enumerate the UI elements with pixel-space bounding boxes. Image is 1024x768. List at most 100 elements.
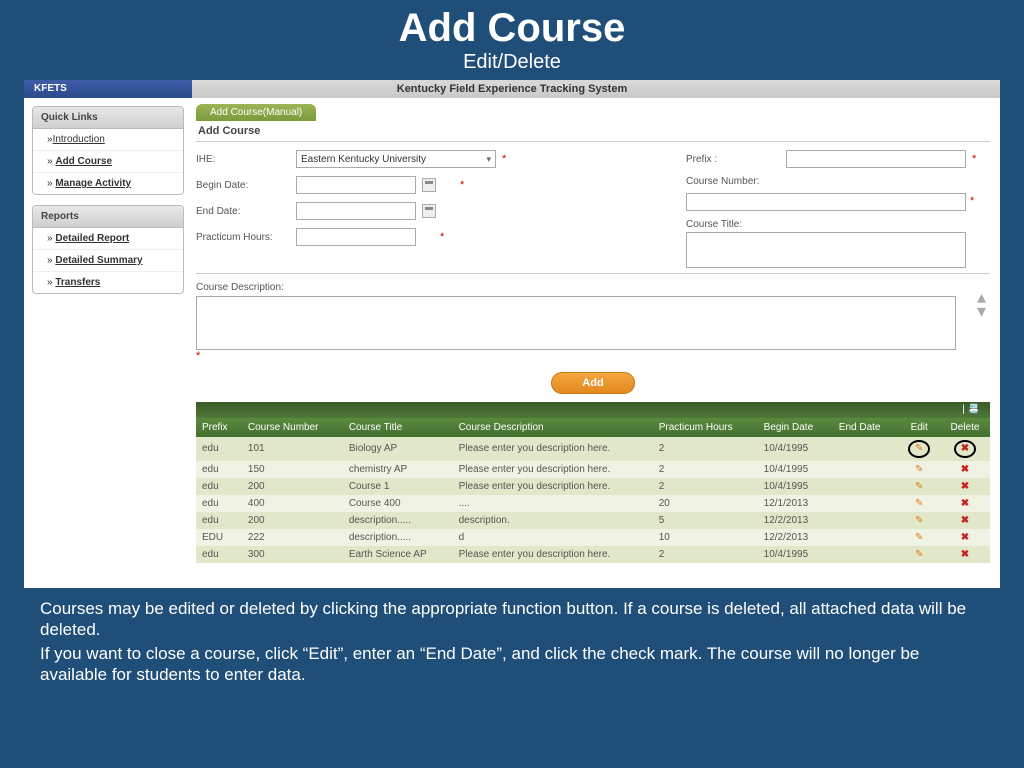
input-prefix[interactable] [786,150,966,168]
cell-course-title: description..... [343,512,453,529]
cell-course-description: Please enter you description here. [453,437,653,461]
cell-end-date [833,437,899,461]
divider [196,141,990,142]
footer-p1: Courses may be edited or deleted by clic… [40,598,984,641]
table-row: edu150chemistry APPlease enter you descr… [196,461,990,478]
col-edit: Edit [898,418,940,437]
cell-practicum-hours: 20 [653,495,758,512]
col-prefix: Prefix [196,418,242,437]
tab-add-course-manual[interactable]: Add Course(Manual) [196,104,316,121]
cell-prefix: edu [196,512,242,529]
delete-icon[interactable]: ✖ [961,464,969,475]
cell-begin-date: 10/4/1995 [758,461,833,478]
cell-course-title: Earth Science AP [343,546,453,563]
input-begin-date[interactable] [296,176,416,194]
divider [196,273,990,274]
delete-icon[interactable]: ✖ [961,549,969,560]
edit-icon[interactable]: ✎ [915,481,923,492]
cell-prefix: edu [196,461,242,478]
input-course-title[interactable] [686,232,966,268]
label-ihe: IHE: [196,154,296,165]
cell-begin-date: 12/2/2013 [758,512,833,529]
cell-course-description: Please enter you description here. [453,546,653,563]
col-delete: Delete [940,418,990,437]
edit-icon[interactable]: ✎ [915,515,923,526]
sidebar-group-reports: Reports » Detailed Report » Detailed Sum… [32,205,184,294]
cell-course-title: chemistry AP [343,461,453,478]
delete-icon[interactable]: ✖ [961,481,969,492]
col-course-number: Course Number [242,418,343,437]
app-title: Kentucky Field Experience Tracking Syste… [397,83,627,95]
calendar-icon[interactable] [422,178,436,192]
edit-icon[interactable]: ✎ [908,440,930,458]
slide-subtitle: Edit/Delete [0,51,1024,80]
calendar-icon[interactable] [422,204,436,218]
input-course-description[interactable] [196,296,956,350]
brand-label: KFETS [24,80,192,98]
edit-icon[interactable]: ✎ [915,464,923,475]
delete-icon[interactable]: ✖ [954,440,976,458]
edit-icon[interactable]: ✎ [915,498,923,509]
sidebar: Quick Links »Introduction » Add Course »… [24,98,192,588]
table-row: edu200Course 1Please enter you descripti… [196,478,990,495]
cell-end-date [833,478,899,495]
cell-course-title: Course 400 [343,495,453,512]
cell-course-description: .... [453,495,653,512]
sidebar-item-introduction[interactable]: »Introduction [33,129,183,151]
edit-icon[interactable]: ✎ [915,549,923,560]
cell-prefix: edu [196,478,242,495]
cell-end-date [833,529,899,546]
grid-header-row: Prefix Course Number Course Title Course… [196,418,990,437]
scrollbar-icon[interactable]: ▴▾ [977,290,986,318]
cell-course-number: 200 [242,512,343,529]
delete-icon[interactable]: ✖ [961,498,969,509]
table-row: edu300Earth Science APPlease enter you d… [196,546,990,563]
sidebar-header: Quick Links [33,107,183,129]
input-practicum-hours[interactable] [296,228,416,246]
grid-toolbar[interactable]: | 📇 [196,402,990,418]
col-practicum-hours: Practicum Hours [653,418,758,437]
delete-icon[interactable]: ✖ [961,515,969,526]
cell-practicum-hours: 5 [653,512,758,529]
cell-end-date [833,512,899,529]
footer-text: Courses may be edited or deleted by clic… [0,588,1024,685]
table-row: edu200description.....description.512/2/… [196,512,990,529]
label-begin-date: Begin Date: [196,180,296,191]
label-course-number: Course Number: [686,176,786,187]
cell-practicum-hours: 10 [653,529,758,546]
label-course-description: Course Description: [196,282,990,293]
cell-prefix: edu [196,546,242,563]
cell-begin-date: 10/4/1995 [758,546,833,563]
section-title: Add Course [198,125,990,137]
slide-title: Add Course [0,0,1024,51]
label-prefix: Prefix : [686,154,786,165]
cell-course-title: Biology AP [343,437,453,461]
sidebar-item-add-course[interactable]: » Add Course [33,151,183,173]
cell-course-description: description. [453,512,653,529]
delete-icon[interactable]: ✖ [961,532,969,543]
col-begin-date: Begin Date [758,418,833,437]
cell-begin-date: 12/1/2013 [758,495,833,512]
input-end-date[interactable] [296,202,416,220]
dropdown-ihe[interactable]: Eastern Kentucky University [296,150,496,168]
sidebar-item-detailed-report[interactable]: » Detailed Report [33,228,183,250]
sidebar-header: Reports [33,206,183,228]
sidebar-item-detailed-summary[interactable]: » Detailed Summary [33,250,183,272]
sidebar-item-transfers[interactable]: » Transfers [33,272,183,293]
cell-end-date [833,461,899,478]
footer-p2: If you want to close a course, click “Ed… [40,643,984,686]
input-course-number[interactable] [686,193,966,211]
edit-icon[interactable]: ✎ [915,532,923,543]
sidebar-group-quicklinks: Quick Links »Introduction » Add Course »… [32,106,184,195]
cell-practicum-hours: 2 [653,546,758,563]
cell-prefix: edu [196,495,242,512]
add-button[interactable]: Add [551,372,635,394]
cell-begin-date: 10/4/1995 [758,478,833,495]
cell-course-title: Course 1 [343,478,453,495]
cell-practicum-hours: 2 [653,437,758,461]
cell-end-date [833,546,899,563]
sidebar-item-manage-activity[interactable]: » Manage Activity [33,173,183,194]
cell-course-number: 400 [242,495,343,512]
cell-practicum-hours: 2 [653,478,758,495]
cell-prefix: EDU [196,529,242,546]
